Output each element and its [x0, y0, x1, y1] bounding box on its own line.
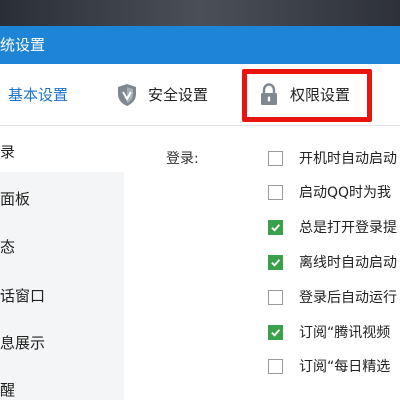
sidebar-item-status[interactable]: 态: [0, 236, 15, 257]
checkbox[interactable]: [268, 358, 283, 374]
option-label: 订阅“每日精选: [299, 359, 391, 375]
option-on-qq-start[interactable]: 启动QQ时为我: [268, 182, 391, 202]
sidebar-item-label: 醒: [0, 381, 16, 399]
checkbox[interactable]: [268, 150, 283, 166]
tab-basic-settings-label: 基本设置: [8, 86, 69, 104]
tab-permission-settings[interactable]: 权限设置: [258, 64, 350, 125]
sidebar-item-label: 话窗口: [0, 287, 46, 305]
option-label: 开机时自动启动: [299, 151, 397, 167]
option-label: 登录后自动运行: [299, 290, 397, 306]
sidebar-item-label: 态: [0, 238, 16, 256]
option-auto-start-on-boot[interactable]: 开机时自动启动: [268, 148, 397, 168]
option-subscribe-daily-picks[interactable]: 订阅“每日精选: [268, 356, 390, 376]
checkmark-icon: [271, 258, 281, 267]
option-always-open-login-prompt[interactable]: 总是打开登录提: [268, 217, 397, 237]
title-bar: 统设置: [0, 26, 400, 64]
checkbox[interactable]: [268, 289, 283, 305]
option-label: 启动QQ时为我: [299, 185, 392, 201]
window-title: 统设置: [0, 36, 46, 54]
option-auto-start-when-offline[interactable]: 离线时自动启动: [268, 252, 397, 272]
checkmark-icon: [271, 328, 281, 337]
tab-basic-settings[interactable]: 基本设置: [8, 64, 68, 125]
lock-icon: [258, 82, 280, 107]
option-subscribe-tencent-video[interactable]: 订阅“腾讯视频: [268, 322, 390, 342]
tab-security-settings[interactable]: 安全设置: [116, 64, 208, 125]
option-label: 离线时自动启动: [299, 255, 397, 271]
checkbox[interactable]: [268, 184, 283, 200]
sidebar-item-label: 面板: [0, 190, 31, 208]
tab-permission-settings-label: 权限设置: [290, 86, 351, 104]
checkbox[interactable]: [268, 324, 283, 340]
sidebar-item-info-display[interactable]: 息展示: [0, 332, 45, 353]
sidebar-item-chat-window[interactable]: 话窗口: [0, 285, 45, 306]
option-label: 总是打开登录提: [299, 220, 397, 236]
checkbox[interactable]: [268, 254, 283, 270]
checkbox[interactable]: [268, 219, 283, 235]
tab-security-settings-label: 安全设置: [148, 86, 209, 104]
background-strip: [0, 0, 400, 26]
option-auto-run-after-login[interactable]: 登录后自动运行: [268, 287, 397, 307]
login-section-label: 登录:: [166, 151, 199, 167]
sidebar-item-panel[interactable]: 面板: [0, 188, 30, 209]
sidebar-item-label: 息展示: [0, 334, 46, 352]
sidebar-item-reminder[interactable]: 醒: [0, 379, 15, 400]
option-label: 订阅“腾讯视频: [299, 325, 391, 341]
shield-icon: [116, 83, 138, 107]
sidebar-item-login[interactable]: 录: [0, 141, 15, 162]
checkmark-icon: [271, 223, 281, 232]
sidebar-active-item-bg: [0, 126, 124, 172]
settings-tab-bar: 基本设置 安全设置 权限设置: [0, 64, 400, 126]
sidebar-item-label: 录: [0, 143, 16, 161]
